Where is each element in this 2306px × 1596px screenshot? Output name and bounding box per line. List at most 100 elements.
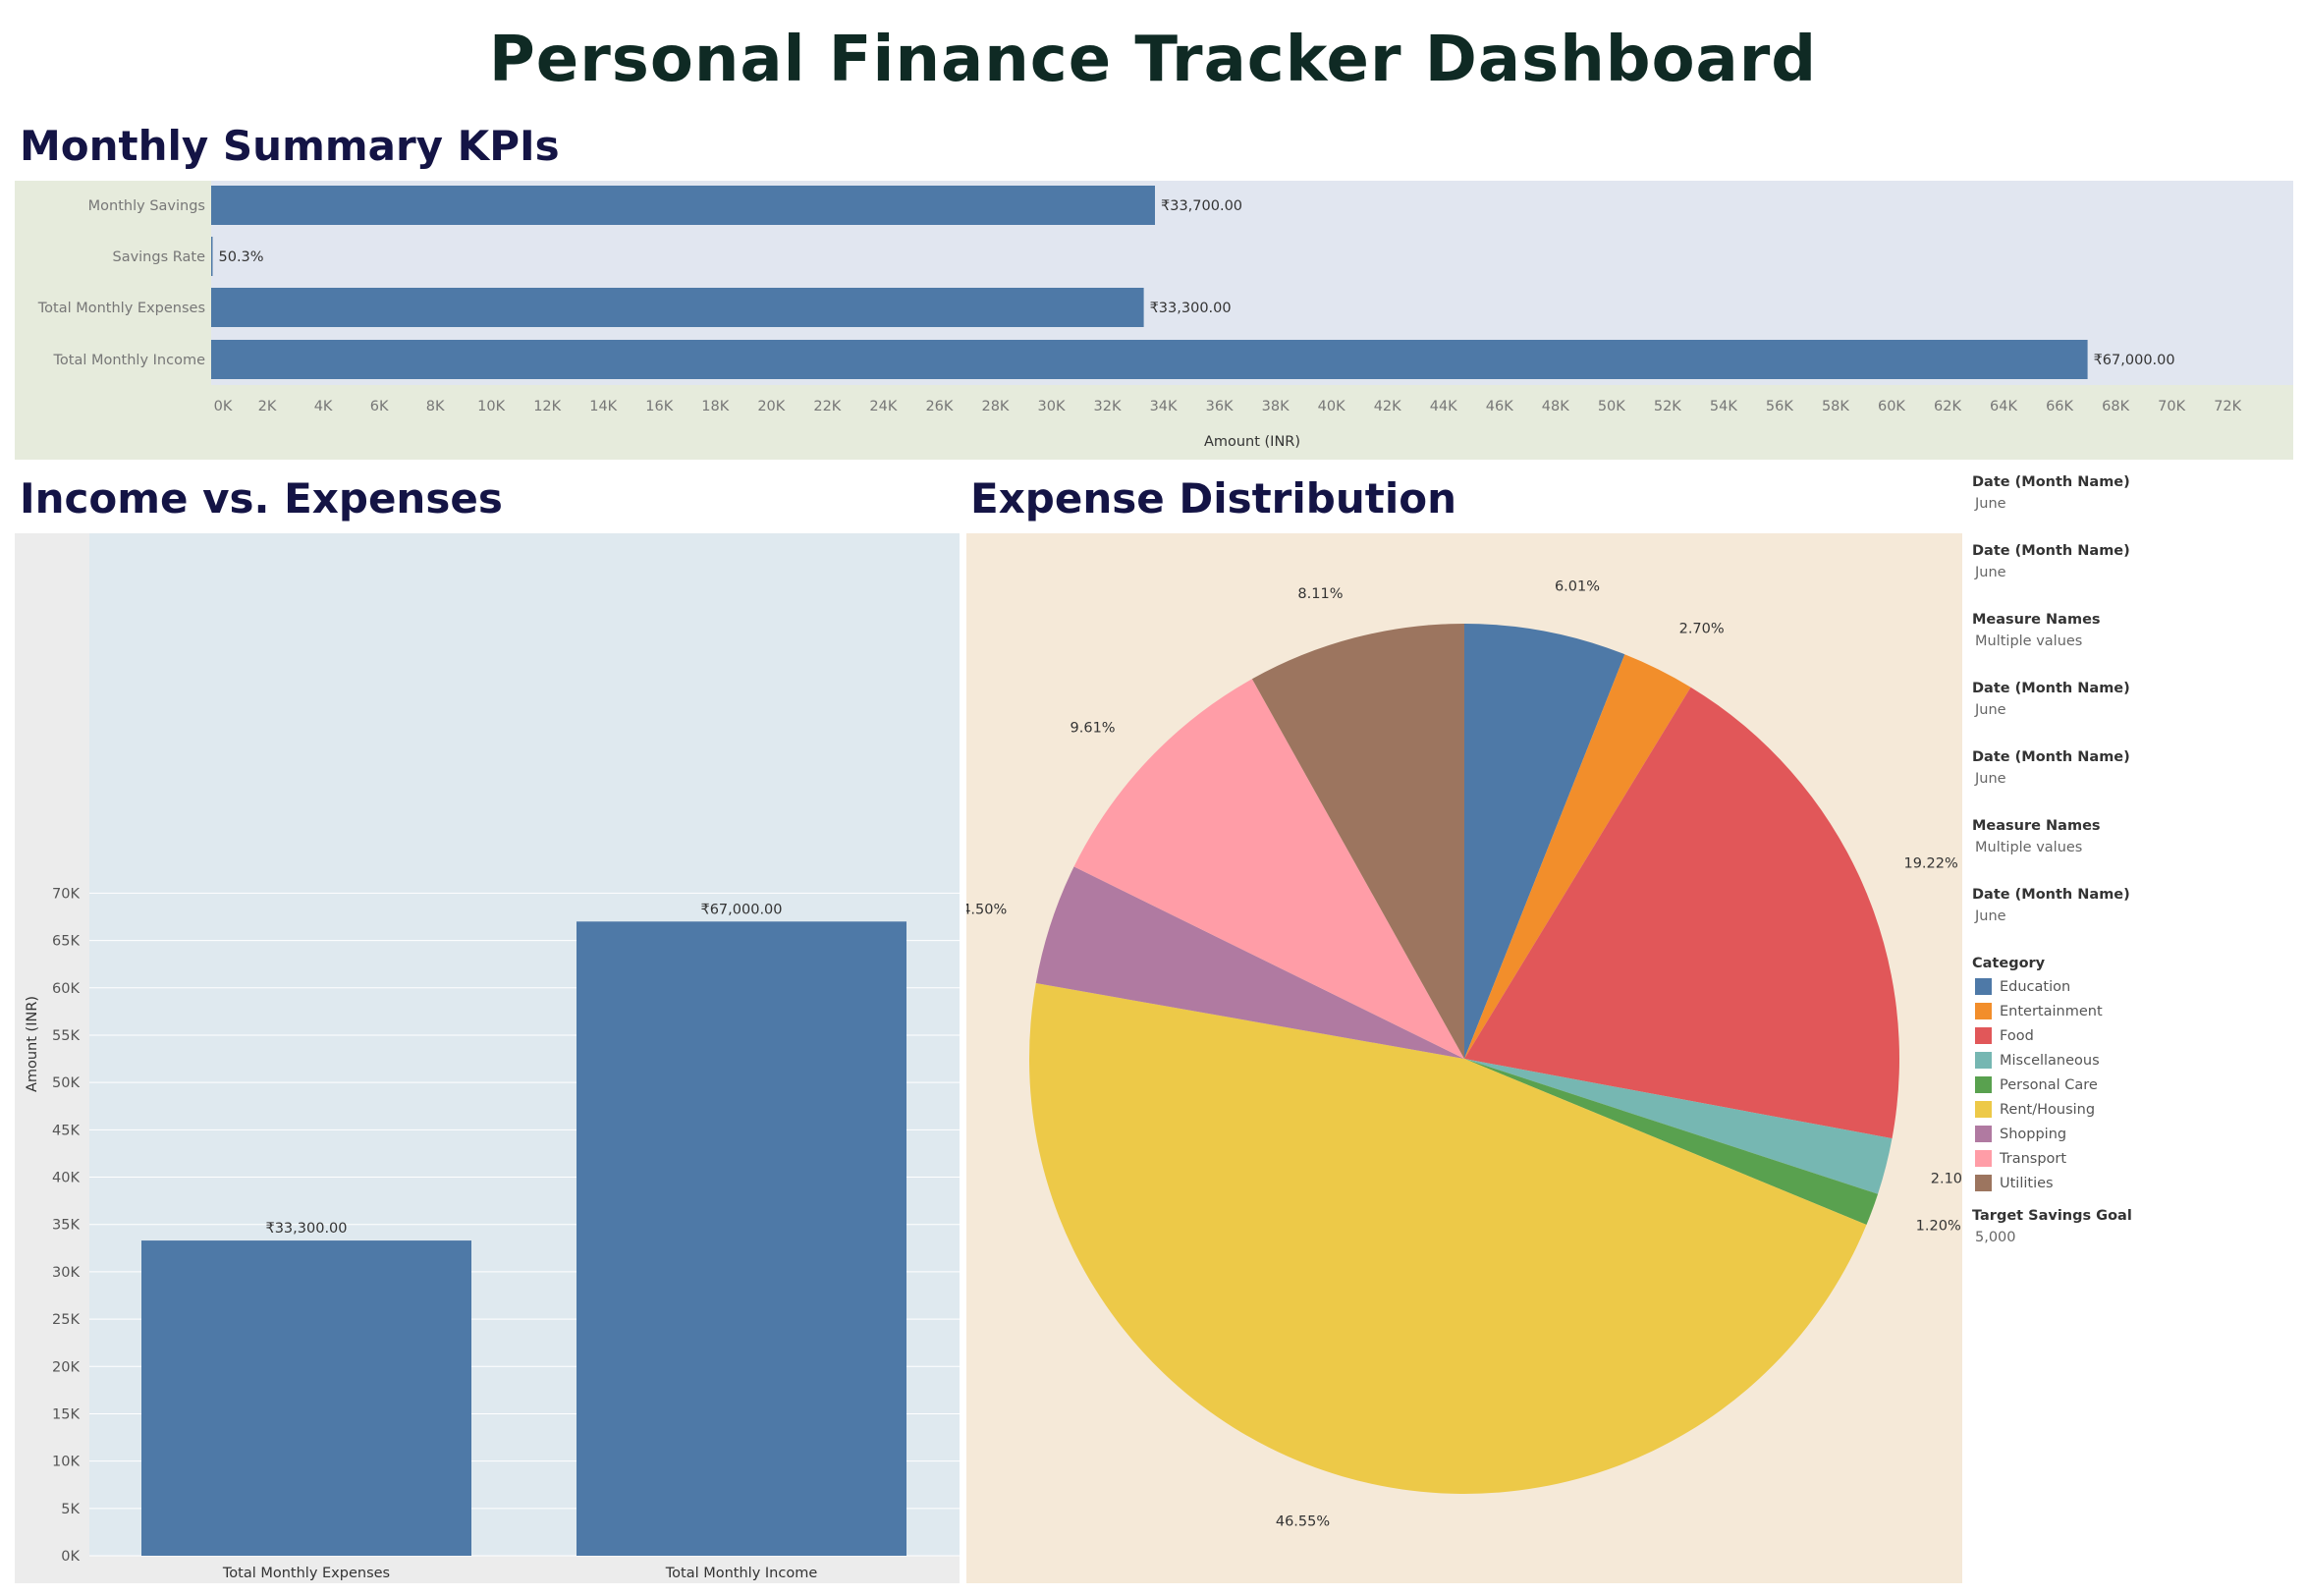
- kpi-bar: [211, 237, 213, 276]
- legend-swatch: [1975, 1175, 1992, 1191]
- kpi-x-tick-label: 56K: [1766, 399, 1793, 414]
- kpi-x-tick-label: 4K: [314, 399, 333, 414]
- legend-label: Entertainment: [2000, 1003, 2103, 1019]
- pie-slice-label: 9.61%: [1071, 721, 1116, 737]
- filter-value[interactable]: Multiple values: [1972, 631, 2296, 652]
- legend-item[interactable]: Education: [1972, 974, 2296, 999]
- legend-label: Food: [2000, 1027, 2034, 1044]
- legend-label: Shopping: [2000, 1126, 2067, 1142]
- kpi-x-tick-label: 16K: [645, 399, 673, 414]
- ie-y-tick-label: 5K: [61, 1502, 80, 1517]
- legend-item[interactable]: Rent/Housing: [1972, 1097, 2296, 1122]
- legend-swatch: [1975, 1052, 1992, 1069]
- kpi-category-label: Savings Rate: [112, 249, 205, 265]
- kpi-value-label: ₹67,000.00: [2094, 353, 2175, 368]
- ie-y-tick-label: 40K: [52, 1171, 80, 1186]
- legend-item[interactable]: Food: [1972, 1023, 2296, 1048]
- legend-label: Utilities: [2000, 1175, 2054, 1191]
- ie-y-tick-label: 0K: [61, 1549, 80, 1565]
- kpi-x-tick-label: 32K: [1094, 399, 1122, 414]
- expense-pie-chart: 6.01% 2.70% 19.22% 2.10% 1.20% 46.55% 4.50% 9.6…: [966, 533, 1962, 1583]
- ie-y-tick-label: 35K: [52, 1218, 80, 1234]
- kpi-x-tick-label: 68K: [2102, 399, 2129, 414]
- kpi-x-tick-label: 24K: [869, 399, 897, 414]
- kpi-x-tick-label: 50K: [1598, 399, 1625, 414]
- filter-label: Date (Month Name): [1972, 887, 2130, 903]
- target-savings-label: Target Savings Goal: [1972, 1208, 2132, 1224]
- kpi-bar: [211, 288, 1144, 327]
- filter-value[interactable]: Multiple values: [1972, 837, 2296, 858]
- pie-slice-label: 46.55%: [1276, 1514, 1330, 1530]
- legend-item[interactable]: Transport: [1972, 1146, 2296, 1171]
- kpi-bar-chart: Monthly Savings ₹33,700.00 Savings Rate 50.…: [15, 181, 2293, 460]
- legend-label: Transport: [2000, 1150, 2067, 1167]
- legend-item[interactable]: Personal Care: [1972, 1073, 2296, 1097]
- filter-label: Date (Month Name): [1972, 543, 2130, 559]
- kpi-x-tick-label: 60K: [1878, 399, 1905, 414]
- ie-y-tick-label: 15K: [52, 1406, 80, 1422]
- target-savings-value[interactable]: 5,000: [1972, 1227, 2296, 1248]
- kpi-x-tick-label: 6K: [370, 399, 389, 414]
- kpi-x-tick-label: 52K: [1654, 399, 1681, 414]
- filter-value[interactable]: June: [1972, 699, 2296, 721]
- expense-distribution-title: Expense Distribution: [970, 474, 1456, 523]
- legend-item[interactable]: Utilities: [1972, 1171, 2296, 1195]
- filter-value[interactable]: June: [1972, 906, 2296, 927]
- legend-swatch: [1975, 1150, 1992, 1167]
- ie-bar: [141, 1240, 471, 1556]
- pie-slice-label: 1.20%: [1916, 1219, 1961, 1235]
- kpi-x-tick-label: 22K: [813, 399, 841, 414]
- ie-y-tick-label: 55K: [52, 1028, 80, 1044]
- filter-label: Measure Names: [1972, 818, 2101, 834]
- filter-value[interactable]: June: [1972, 493, 2296, 515]
- kpi-category-label: Total Monthly Income: [53, 353, 206, 368]
- ie-y-tick-label: 60K: [52, 981, 80, 997]
- kpi-x-tick-label: 54K: [1710, 399, 1737, 414]
- legend-swatch: [1975, 1003, 1992, 1019]
- ie-y-tick-label: 70K: [52, 886, 80, 902]
- legend-item[interactable]: Entertainment: [1972, 999, 2296, 1023]
- pie-slice-label: 19.22%: [1903, 855, 1957, 871]
- legend-title: Category: [1972, 956, 2046, 971]
- ie-y-tick-label: 65K: [52, 934, 80, 950]
- kpi-section-title: Monthly Summary KPIs: [20, 122, 560, 170]
- kpi-x-tick-label: 70K: [2158, 399, 2185, 414]
- filter-label: Date (Month Name): [1972, 681, 2130, 696]
- kpi-bar: [211, 340, 2088, 379]
- legend-swatch: [1975, 978, 1992, 995]
- filter-value[interactable]: June: [1972, 562, 2296, 583]
- kpi-x-tick-label: 58K: [1822, 399, 1849, 414]
- kpi-x-tick-label: 0K: [214, 399, 233, 414]
- kpi-x-tick-label: 10K: [477, 399, 505, 414]
- ie-y-axis-label: Amount (INR): [25, 996, 40, 1092]
- kpi-x-tick-label: 36K: [1206, 399, 1234, 414]
- kpi-x-tick-label: 30K: [1038, 399, 1066, 414]
- kpi-x-tick-label: 66K: [2046, 399, 2073, 414]
- ie-category-label: Total Monthly Income: [665, 1566, 818, 1581]
- ie-y-tick-label: 10K: [52, 1455, 80, 1470]
- kpi-value-label: 50.3%: [219, 249, 264, 265]
- legend-item[interactable]: Shopping: [1972, 1122, 2296, 1146]
- kpi-x-tick-label: 72K: [2214, 399, 2241, 414]
- dashboard-title: Personal Finance Tracker Dashboard: [488, 24, 1818, 96]
- ie-value-label: ₹67,000.00: [700, 902, 782, 917]
- kpi-x-tick-label: 48K: [1542, 399, 1569, 414]
- ie-category-label: Total Monthly Expenses: [222, 1566, 390, 1581]
- filter-label: Measure Names: [1972, 612, 2101, 628]
- legend-swatch: [1975, 1126, 1992, 1142]
- ie-y-tick-label: 20K: [52, 1359, 80, 1375]
- kpi-x-tick-label: 28K: [981, 399, 1009, 414]
- kpi-x-tick-label: 12K: [533, 399, 561, 414]
- ie-value-label: ₹33,300.00: [265, 1221, 347, 1237]
- filter-value[interactable]: June: [1972, 768, 2296, 790]
- kpi-x-tick-label: 20K: [757, 399, 785, 414]
- legend-label: Personal Care: [2000, 1076, 2098, 1093]
- pie-slice-label: 4.50%: [966, 903, 1007, 918]
- kpi-x-tick-label: 64K: [1990, 399, 2017, 414]
- ie-y-tick-label: 45K: [52, 1123, 80, 1138]
- kpi-bar: [211, 186, 1155, 225]
- kpi-x-tick-label: 34K: [1150, 399, 1178, 414]
- ie-bar: [576, 921, 906, 1556]
- legend-item[interactable]: Miscellaneous: [1972, 1048, 2296, 1073]
- ie-y-tick-label: 50K: [52, 1075, 80, 1091]
